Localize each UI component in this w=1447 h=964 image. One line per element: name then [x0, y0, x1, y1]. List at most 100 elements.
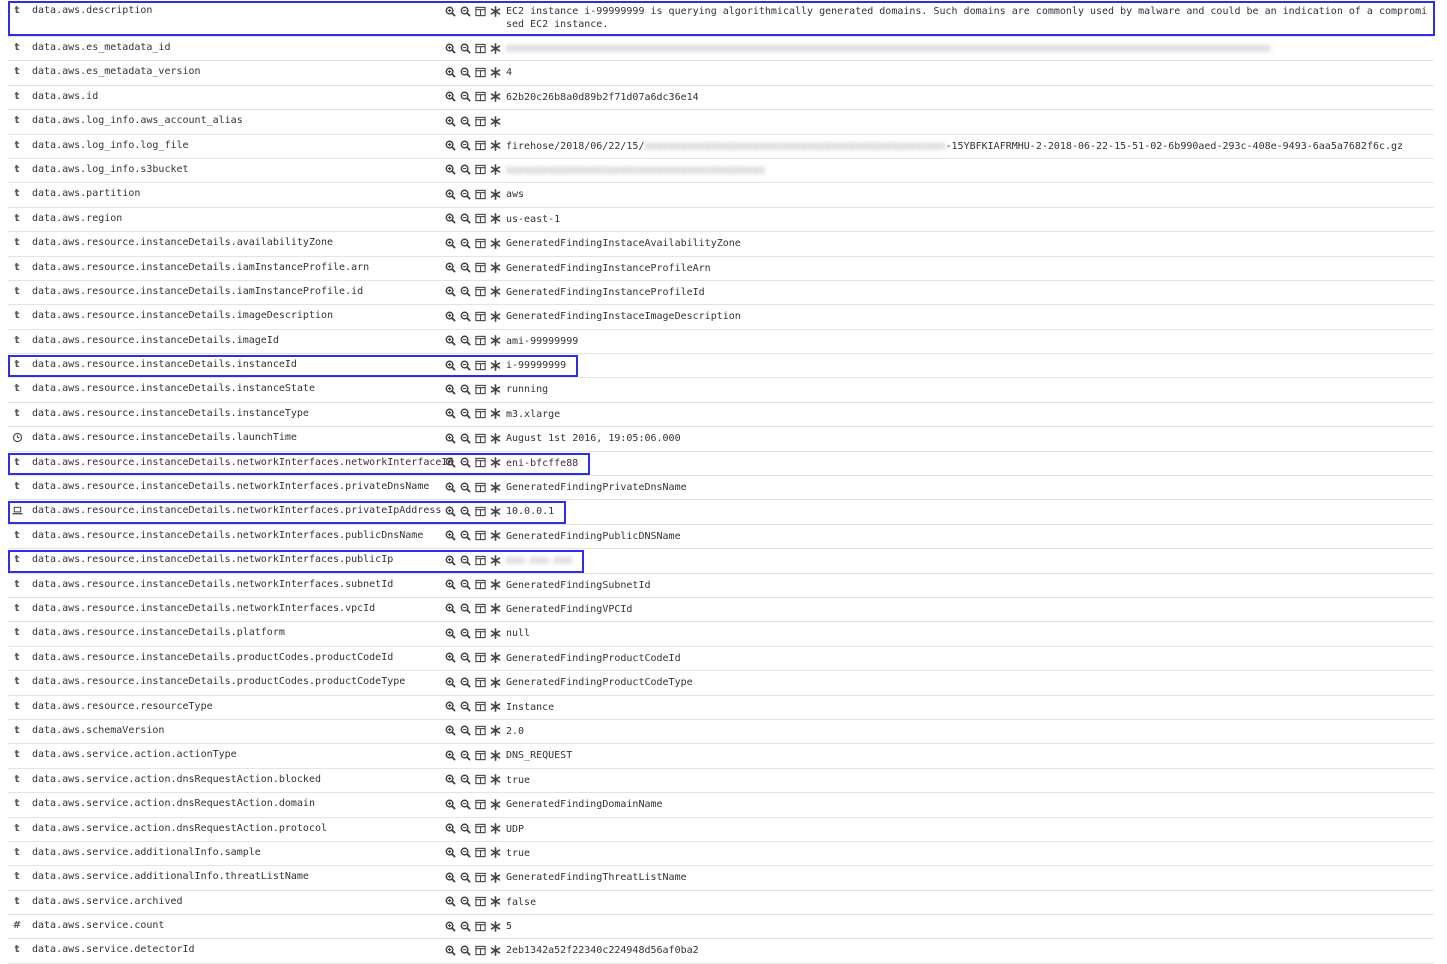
filter-in-button[interactable] [444, 457, 456, 469]
toggle-column-button[interactable] [474, 505, 486, 517]
filter-in-button[interactable] [444, 944, 456, 956]
toggle-column-button[interactable] [474, 335, 486, 347]
filter-exists-button[interactable] [489, 554, 501, 566]
filter-out-button[interactable] [459, 871, 471, 883]
filter-exists-button[interactable] [489, 359, 501, 371]
filter-exists-button[interactable] [489, 140, 501, 152]
filter-out-button[interactable] [459, 262, 471, 274]
filter-exists-button[interactable] [489, 310, 501, 322]
filter-out-button[interactable] [459, 188, 471, 200]
filter-in-button[interactable] [444, 505, 456, 517]
toggle-column-button[interactable] [474, 262, 486, 274]
filter-exists-button[interactable] [489, 213, 501, 225]
filter-out-button[interactable] [459, 408, 471, 420]
filter-in-button[interactable] [444, 847, 456, 859]
filter-in-button[interactable] [444, 359, 456, 371]
filter-exists-button[interactable] [489, 701, 501, 713]
filter-exists-button[interactable] [489, 505, 501, 517]
filter-in-button[interactable] [444, 5, 456, 17]
toggle-column-button[interactable] [474, 823, 486, 835]
toggle-column-button[interactable] [474, 847, 486, 859]
filter-out-button[interactable] [459, 359, 471, 371]
filter-out-button[interactable] [459, 944, 471, 956]
filter-in-button[interactable] [444, 798, 456, 810]
filter-in-button[interactable] [444, 579, 456, 591]
filter-out-button[interactable] [459, 42, 471, 54]
filter-in-button[interactable] [444, 627, 456, 639]
filter-exists-button[interactable] [489, 286, 501, 298]
toggle-column-button[interactable] [474, 457, 486, 469]
filter-out-button[interactable] [459, 505, 471, 517]
filter-out-button[interactable] [459, 847, 471, 859]
filter-exists-button[interactable] [489, 749, 501, 761]
filter-out-button[interactable] [459, 140, 471, 152]
toggle-column-button[interactable] [474, 5, 486, 17]
toggle-column-button[interactable] [474, 310, 486, 322]
filter-exists-button[interactable] [489, 871, 501, 883]
filter-in-button[interactable] [444, 823, 456, 835]
filter-exists-button[interactable] [489, 579, 501, 591]
filter-exists-button[interactable] [489, 66, 501, 78]
filter-exists-button[interactable] [489, 457, 501, 469]
filter-exists-button[interactable] [489, 115, 501, 127]
filter-in-button[interactable] [444, 652, 456, 664]
toggle-column-button[interactable] [474, 896, 486, 908]
filter-exists-button[interactable] [489, 481, 501, 493]
toggle-column-button[interactable] [474, 432, 486, 444]
filter-in-button[interactable] [444, 164, 456, 176]
filter-in-button[interactable] [444, 213, 456, 225]
filter-exists-button[interactable] [489, 774, 501, 786]
filter-in-button[interactable] [444, 91, 456, 103]
toggle-column-button[interactable] [474, 749, 486, 761]
filter-in-button[interactable] [444, 408, 456, 420]
filter-out-button[interactable] [459, 652, 471, 664]
filter-out-button[interactable] [459, 335, 471, 347]
toggle-column-button[interactable] [474, 530, 486, 542]
toggle-column-button[interactable] [474, 774, 486, 786]
toggle-column-button[interactable] [474, 383, 486, 395]
filter-exists-button[interactable] [489, 432, 501, 444]
toggle-column-button[interactable] [474, 213, 486, 225]
filter-exists-button[interactable] [489, 530, 501, 542]
filter-in-button[interactable] [444, 676, 456, 688]
toggle-column-button[interactable] [474, 871, 486, 883]
filter-exists-button[interactable] [489, 164, 501, 176]
filter-out-button[interactable] [459, 5, 471, 17]
filter-out-button[interactable] [459, 896, 471, 908]
filter-out-button[interactable] [459, 481, 471, 493]
filter-exists-button[interactable] [489, 823, 501, 835]
filter-exists-button[interactable] [489, 896, 501, 908]
toggle-column-button[interactable] [474, 481, 486, 493]
toggle-column-button[interactable] [474, 115, 486, 127]
filter-in-button[interactable] [444, 896, 456, 908]
filter-out-button[interactable] [459, 432, 471, 444]
toggle-column-button[interactable] [474, 701, 486, 713]
filter-in-button[interactable] [444, 286, 456, 298]
filter-out-button[interactable] [459, 66, 471, 78]
toggle-column-button[interactable] [474, 554, 486, 566]
filter-exists-button[interactable] [489, 335, 501, 347]
toggle-column-button[interactable] [474, 603, 486, 615]
filter-out-button[interactable] [459, 749, 471, 761]
filter-in-button[interactable] [444, 554, 456, 566]
filter-out-button[interactable] [459, 603, 471, 615]
filter-out-button[interactable] [459, 579, 471, 591]
toggle-column-button[interactable] [474, 42, 486, 54]
toggle-column-button[interactable] [474, 676, 486, 688]
filter-in-button[interactable] [444, 42, 456, 54]
toggle-column-button[interactable] [474, 408, 486, 420]
filter-in-button[interactable] [444, 871, 456, 883]
filter-out-button[interactable] [459, 530, 471, 542]
filter-out-button[interactable] [459, 676, 471, 688]
toggle-column-button[interactable] [474, 140, 486, 152]
filter-in-button[interactable] [444, 310, 456, 322]
toggle-column-button[interactable] [474, 920, 486, 932]
toggle-column-button[interactable] [474, 164, 486, 176]
filter-out-button[interactable] [459, 823, 471, 835]
filter-in-button[interactable] [444, 237, 456, 249]
filter-in-button[interactable] [444, 749, 456, 761]
filter-out-button[interactable] [459, 286, 471, 298]
filter-exists-button[interactable] [489, 603, 501, 615]
filter-out-button[interactable] [459, 701, 471, 713]
toggle-column-button[interactable] [474, 237, 486, 249]
